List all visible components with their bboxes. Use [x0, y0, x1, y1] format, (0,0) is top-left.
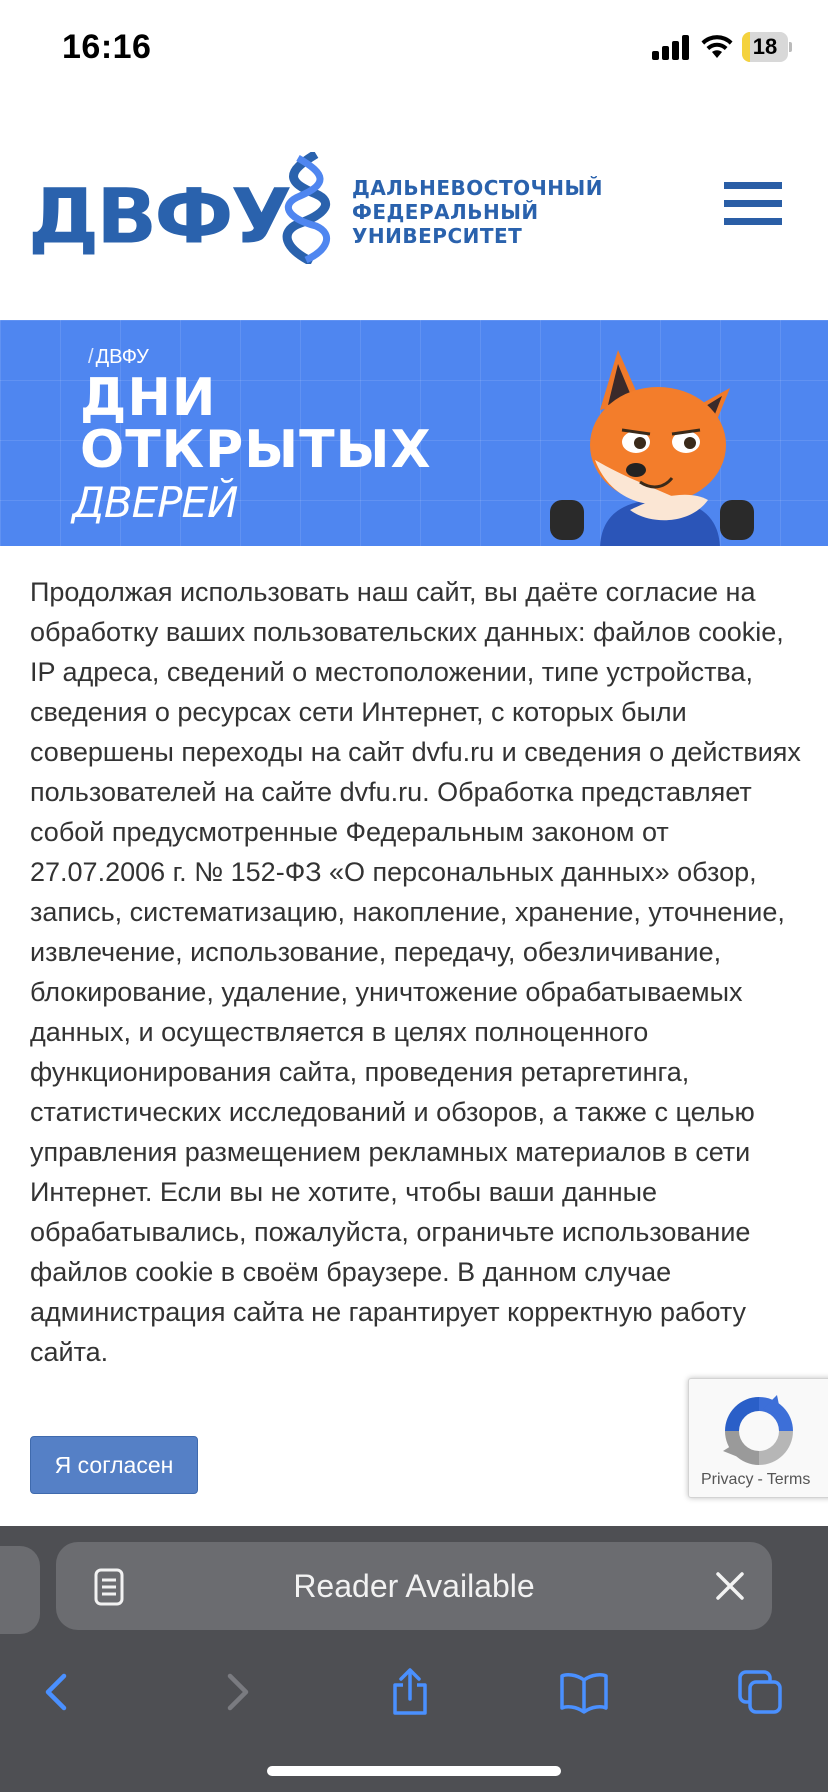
agree-button[interactable]: Я согласен [30, 1436, 198, 1494]
banner-title-line: ДНИ [80, 368, 217, 428]
safari-toolbar [0, 1652, 828, 1732]
status-bar: 16:16 18 [0, 0, 828, 100]
share-button[interactable] [380, 1662, 440, 1722]
logo-line: УНИВЕРСИТЕТ [352, 224, 523, 248]
safari-bottom-bar: Reader Available [0, 1526, 828, 1792]
banner-brand-text: ДВФУ [95, 346, 149, 368]
banner-subtitle: ДВЕРЕЙ [72, 478, 238, 527]
cookie-consent-text: Продолжая использовать наш сайт, вы даёт… [30, 577, 801, 1367]
previous-tab-peek[interactable] [0, 1546, 40, 1634]
recaptcha-privacy-link[interactable]: Privacy [701, 1471, 753, 1488]
bookmarks-button[interactable] [554, 1662, 614, 1722]
reader-available-bar[interactable]: Reader Available [56, 1542, 772, 1630]
recaptcha-icon [723, 1395, 793, 1465]
close-icon[interactable] [712, 1568, 748, 1604]
reader-available-label: Reader Available [293, 1568, 535, 1604]
logo-line: ДАЛЬНЕВОСТОЧНЫЙ [352, 176, 603, 200]
wifi-icon [701, 35, 733, 58]
back-icon [45, 1673, 67, 1711]
share-icon [393, 1668, 427, 1715]
tabs-button[interactable] [730, 1662, 790, 1722]
logo-wordmark[interactable]: ДВФУ [28, 172, 292, 260]
banner-brand: / ДВФУ [88, 346, 149, 368]
battery-level: 18 [752, 34, 778, 59]
hamburger-menu-icon[interactable] [724, 182, 782, 226]
back-button[interactable] [28, 1662, 88, 1722]
logo-university-name: ДАЛЬНЕВОСТОЧНЫЙ ФЕДЕРАЛЬНЫЙ УНИВЕРСИТЕТ [352, 176, 603, 248]
home-indicator [267, 1766, 561, 1776]
cellular-signal-icon [652, 34, 690, 60]
battery-icon: 18 [742, 32, 792, 62]
status-time: 16:16 [62, 28, 152, 66]
banner-title: ДНИ ОТКРЫТЫХ [80, 372, 432, 476]
open-days-banner[interactable]: / ДВФУ ДНИ ОТКРЫТЫХ ДВЕРЕЙ [0, 320, 828, 546]
logo-line: ФЕДЕРАЛЬНЫЙ [352, 200, 539, 224]
tabs-icon [738, 1670, 782, 1714]
site-header: ДВФУ ДАЛЬНЕВОСТОЧНЫЙ ФЕДЕРАЛЬНЫЙ УНИВЕРС… [0, 100, 828, 320]
bookmarks-icon [560, 1673, 608, 1714]
dna-helix-logo-icon[interactable] [276, 152, 338, 264]
recaptcha-badge[interactable]: Privacy - Terms [688, 1378, 828, 1498]
recaptcha-terms-link[interactable]: Terms [767, 1471, 811, 1488]
banner-title-line: ОТКРЫТЫХ [80, 420, 432, 480]
recaptcha-links: Privacy - Terms [701, 1471, 810, 1489]
forward-icon [227, 1673, 249, 1711]
forward-button[interactable] [206, 1662, 266, 1722]
fox-mascot-illustration [550, 350, 754, 546]
recaptcha-separator: - [757, 1471, 763, 1488]
